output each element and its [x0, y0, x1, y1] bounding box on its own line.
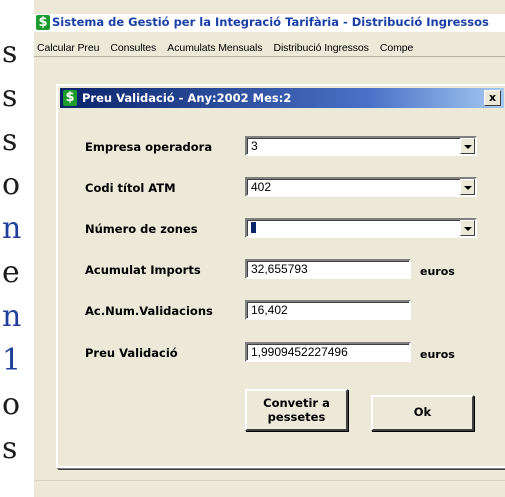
validacions-field[interactable]: 16,402: [245, 300, 411, 320]
doc-char: o: [2, 167, 21, 202]
imports-field[interactable]: 32,655793: [245, 259, 411, 279]
dialog-titlebar: $ Preu Validació - Any:2002 Mes:2 x: [60, 88, 504, 108]
menu-calcular-preu[interactable]: Calcular Preu: [34, 40, 102, 56]
zones-label: Número de zones: [85, 222, 198, 236]
app-window: $ Sistema de Gestió per la Integració Ta…: [34, 0, 505, 497]
dialog-title: Preu Validació - Any:2002 Mes:2: [82, 91, 292, 105]
dollar-icon: $: [36, 15, 50, 30]
convert-pessetes-button[interactable]: Convetir a pessetes: [245, 389, 348, 431]
ok-button[interactable]: Ok: [371, 395, 474, 431]
codi-label: Codi títol ATM: [85, 181, 176, 195]
imports-label: Acumulat Imports: [85, 263, 201, 277]
imports-value: 32,655793: [251, 262, 308, 276]
empresa-value: 3: [251, 139, 258, 153]
menu-distribucio-ingressos[interactable]: Distribució Ingressos: [270, 40, 371, 56]
doc-char: o: [2, 387, 21, 422]
chevron-down-icon[interactable]: [460, 138, 475, 154]
preu-value: 1,9909452227496: [251, 345, 348, 359]
convert-line-1: Convetir a: [263, 396, 330, 410]
menu-bar: Calcular Preu Consultes Acumulats Mensua…: [34, 36, 505, 56]
menu-acumulats-mensuals[interactable]: Acumulats Mensuals: [164, 40, 265, 56]
validacions-label: Ac.Num.Validacions: [85, 304, 213, 318]
preu-unit: euros: [420, 348, 455, 361]
doc-char: n: [2, 211, 22, 246]
codi-select[interactable]: 402: [245, 177, 477, 197]
app-title: Sistema de Gestió per la Integració Tari…: [52, 15, 489, 29]
close-button[interactable]: x: [484, 90, 501, 106]
zones-value: [251, 221, 256, 235]
empresa-label: Empresa operadora: [85, 140, 213, 154]
preu-label: Preu Validació: [85, 346, 178, 360]
status-divider: [34, 480, 505, 481]
convert-line-2: pessetes: [267, 410, 326, 424]
selection-highlight: [251, 222, 256, 234]
menu-consultes[interactable]: Consultes: [107, 40, 159, 56]
chevron-down-icon[interactable]: [460, 220, 475, 236]
imports-unit: euros: [420, 265, 455, 278]
codi-value: 402: [251, 180, 272, 194]
zones-select[interactable]: [245, 218, 477, 238]
preu-validacio-dialog: $ Preu Validació - Any:2002 Mes:2 x Empr…: [56, 84, 505, 468]
document-text-strip: s s s o n e n 1 o s: [0, 0, 34, 497]
doc-char: s: [2, 35, 18, 70]
menu-divider: [34, 56, 505, 57]
empresa-select[interactable]: 3: [245, 136, 477, 156]
chevron-down-icon[interactable]: [460, 179, 475, 195]
doc-char: n: [2, 299, 22, 334]
preu-field[interactable]: 1,9909452227496: [245, 342, 411, 362]
dollar-icon: $: [63, 90, 77, 106]
doc-char: 1: [2, 343, 22, 378]
doc-char: s: [2, 79, 18, 114]
menu-compe[interactable]: Compe: [377, 40, 416, 56]
doc-char: s: [2, 123, 18, 158]
doc-char: s: [2, 431, 18, 466]
doc-char: e: [2, 255, 20, 290]
validacions-value: 16,402: [251, 303, 288, 317]
